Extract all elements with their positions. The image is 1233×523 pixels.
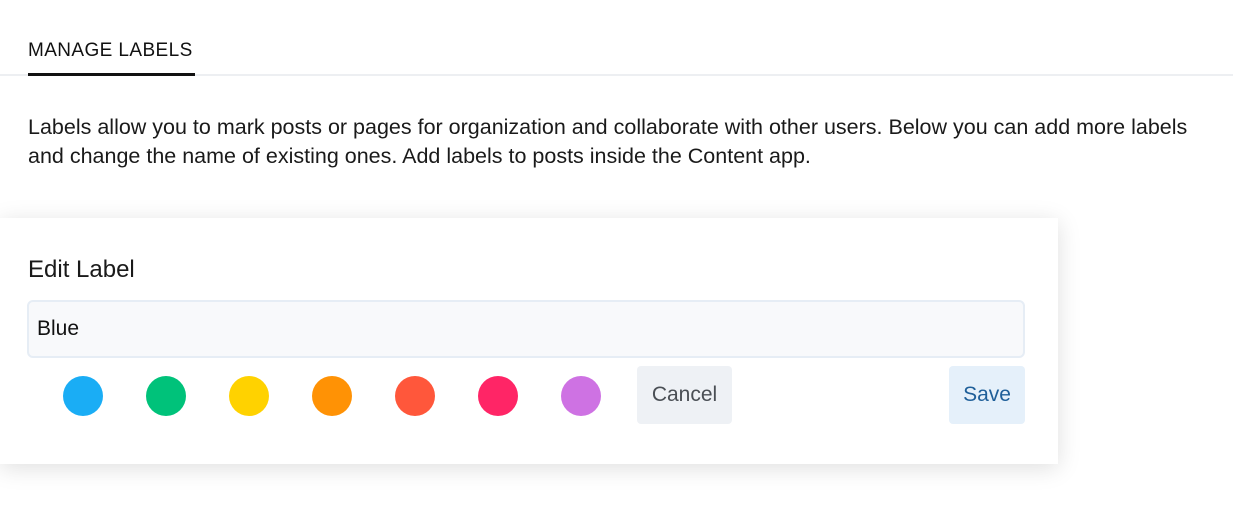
cancel-button[interactable]: Cancel <box>637 366 732 424</box>
color-swatch-red-orange[interactable] <box>395 376 435 416</box>
tab-manage-labels[interactable]: MANAGE LABELS <box>28 40 195 76</box>
edit-label-panel: Edit Label Cancel Save <box>0 218 1058 464</box>
color-swatch-orange[interactable] <box>312 376 352 416</box>
save-button[interactable]: Save <box>949 366 1025 424</box>
color-swatch-purple[interactable] <box>561 376 601 416</box>
label-name-input[interactable] <box>27 300 1025 358</box>
edit-label-title: Edit Label <box>28 256 135 283</box>
labels-description: Labels allow you to mark posts or pages … <box>28 115 1188 168</box>
tabs-bar: MANAGE LABELS <box>0 0 1233 76</box>
manage-labels-page: MANAGE LABELS Labels allow you to mark p… <box>0 0 1233 523</box>
color-swatch-pink[interactable] <box>478 376 518 416</box>
color-swatch-blue[interactable] <box>63 376 103 416</box>
color-swatch-green[interactable] <box>146 376 186 416</box>
color-swatch-yellow[interactable] <box>229 376 269 416</box>
